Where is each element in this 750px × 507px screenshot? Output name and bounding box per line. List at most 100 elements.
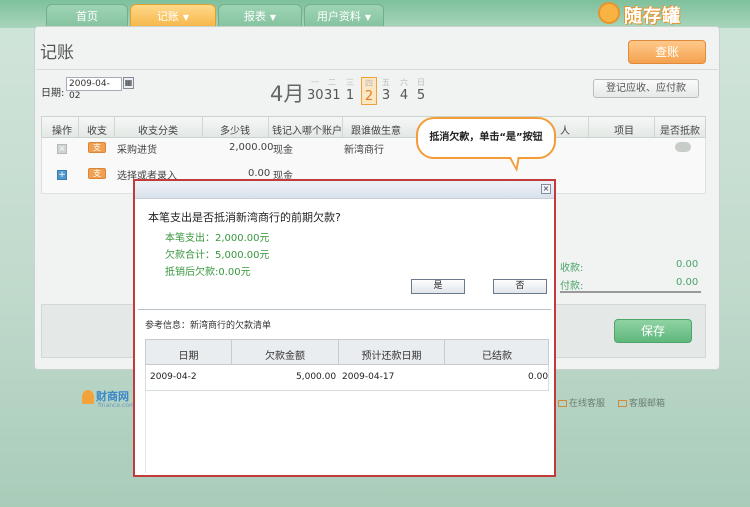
logo-icon — [82, 390, 94, 404]
online-service-label: 在线客服 — [569, 399, 606, 409]
tab-bookkeeping[interactable]: 记账 ▼ — [130, 4, 216, 28]
debt-amount-cell: 5,000.00 — [296, 372, 337, 382]
check-account-button[interactable]: 查账 — [628, 40, 706, 64]
weekday-label: 五 — [382, 78, 390, 87]
weekday-label: 二 — [328, 78, 336, 87]
column-header: 是否抵款 — [660, 126, 700, 137]
weekday-label: 一 — [311, 78, 319, 87]
day-number: 1 — [345, 88, 355, 103]
delete-icon[interactable]: × — [57, 144, 67, 154]
receipts-value: 0.00 — [676, 259, 699, 270]
date-label: 日期: — [41, 88, 65, 99]
debt-table-header: 日期 欠款金额 预计还款日期 已结款 — [145, 339, 549, 365]
close-icon[interactable]: × — [541, 184, 551, 194]
offset-cloud-icon[interactable] — [675, 142, 691, 152]
date-input[interactable]: 2009-04-02 — [66, 77, 122, 101]
paid-cell: 0.00 — [528, 372, 549, 382]
online-service-link[interactable]: 在线客服 — [558, 396, 605, 409]
offset-debt-dialog: × 本笔支出是否抵消新湾商行的前期欠款? 本笔支出：2,000.00元 欠款合计… — [133, 179, 556, 477]
day-number: 5 — [416, 88, 426, 103]
day-picker-item[interactable]: 五3 — [378, 77, 394, 103]
day-number: 31 — [324, 88, 341, 103]
tab-user-profile[interactable]: 用户资料 ▼ — [304, 4, 384, 28]
month-label: 4月 — [270, 82, 305, 106]
column-header: 跟谁做生意 — [351, 126, 401, 137]
day-number: 4 — [399, 88, 409, 103]
column-divider — [268, 117, 269, 137]
total-debt-line: 欠款合计：5,000.00元 — [165, 250, 270, 261]
column-divider — [342, 117, 343, 137]
payments-label: 付款: — [560, 281, 584, 292]
day-picker-item[interactable]: 一 30 — [307, 77, 324, 103]
column-header: 钱记入哪个账户 — [272, 126, 342, 137]
dialog-divider — [138, 309, 551, 310]
register-receivable-payable-button[interactable]: 登记应收、应付款 — [593, 79, 699, 98]
due-date-cell: 2009-04-17 — [342, 372, 395, 382]
remaining-debt-line: 抵销后欠款:0.00元 — [165, 267, 251, 278]
yes-button[interactable]: 是 — [411, 279, 465, 294]
add-icon[interactable]: + — [57, 170, 67, 180]
column-header: 收支 — [87, 126, 107, 137]
column-header: 日期 — [178, 351, 199, 362]
tab-reports[interactable]: 报表 ▼ — [218, 4, 302, 28]
weekday-label: 三 — [346, 78, 354, 87]
column-header: 多少钱 — [220, 126, 250, 137]
day-picker-item-selected[interactable]: 四2 — [361, 77, 377, 105]
column-header: 项目 — [614, 126, 634, 137]
column-divider — [78, 117, 79, 137]
column-header: 预计还款日期 — [361, 351, 422, 362]
day-number: 3 — [381, 88, 391, 103]
mail-icon — [618, 400, 627, 407]
tab-home-label: 首页 — [76, 10, 98, 23]
tab-home[interactable]: 首页 — [46, 4, 128, 28]
logo-subtext: finance.com — [98, 402, 135, 409]
day-picker-item[interactable]: 日5 — [413, 77, 429, 103]
tab-reports-label: 报表 — [243, 10, 266, 23]
partner-cell[interactable]: 新湾商行 — [344, 141, 384, 156]
column-header: 人 — [560, 126, 570, 137]
category-cell[interactable]: 采购进货 — [117, 141, 157, 156]
mascot-icon — [598, 2, 620, 24]
calendar-icon[interactable]: ▦ — [123, 77, 134, 89]
amount-input[interactable]: 0.00 — [248, 168, 270, 179]
account-cell[interactable]: 现金 — [273, 141, 293, 156]
entry-grid-header: 操作 收支 收支分类 多少钱 钱记入哪个账户 跟谁做生意 人 项目 是否抵款 — [41, 116, 706, 138]
tab-bookkeeping-label: 记账 — [156, 10, 179, 23]
summary-divider — [560, 291, 701, 293]
no-button[interactable]: 否 — [493, 279, 547, 294]
day-picker-item[interactable]: 三1 — [342, 77, 358, 103]
day-picker-item[interactable]: 六4 — [396, 77, 412, 103]
chevron-down-icon: ▼ — [269, 13, 277, 22]
weekday-label: 四 — [365, 79, 373, 88]
day-number: 30 — [307, 88, 324, 103]
column-divider — [202, 117, 203, 137]
chat-icon — [558, 400, 567, 407]
service-email-link[interactable]: 客服邮箱 — [618, 396, 665, 409]
payments-value: 0.00 — [676, 277, 699, 288]
column-header: 欠款金额 — [265, 351, 305, 362]
column-divider — [654, 117, 655, 137]
expense-type-badge[interactable]: 支 — [88, 168, 106, 179]
chevron-down-icon: ▼ — [182, 13, 190, 22]
expense-type-badge[interactable]: 支 — [88, 142, 106, 153]
weekday-label: 日 — [417, 78, 425, 87]
receipts-label: 收款: — [560, 263, 584, 274]
table-row: 2009-04-2 5,000.00 2009-04-17 0.00 — [145, 365, 549, 391]
day-number: 2 — [364, 89, 374, 104]
column-header: 操作 — [52, 126, 72, 137]
reference-title: 参考信息：新湾商行的欠款清单 — [145, 321, 272, 331]
brand-mascot: 随存罐 — [596, 0, 746, 28]
chevron-down-icon: ▼ — [364, 13, 372, 22]
hint-callout: 抵消欠款，单击“是”按钮 — [416, 117, 556, 159]
save-button[interactable]: 保存 — [614, 319, 692, 343]
weekday-label: 六 — [400, 78, 408, 87]
column-header: 已结款 — [482, 351, 512, 362]
column-divider — [114, 117, 115, 137]
tab-user-profile-label: 用户资料 — [316, 10, 361, 23]
brand-logo-text: 随存罐 — [624, 6, 681, 27]
debt-table-empty-area — [145, 391, 549, 473]
column-header: 收支分类 — [138, 126, 178, 137]
amount-cell[interactable]: 2,000.00 — [229, 142, 274, 153]
day-picker-item[interactable]: 二 31 — [324, 77, 341, 103]
debt-date-cell: 2009-04-2 — [150, 372, 197, 382]
